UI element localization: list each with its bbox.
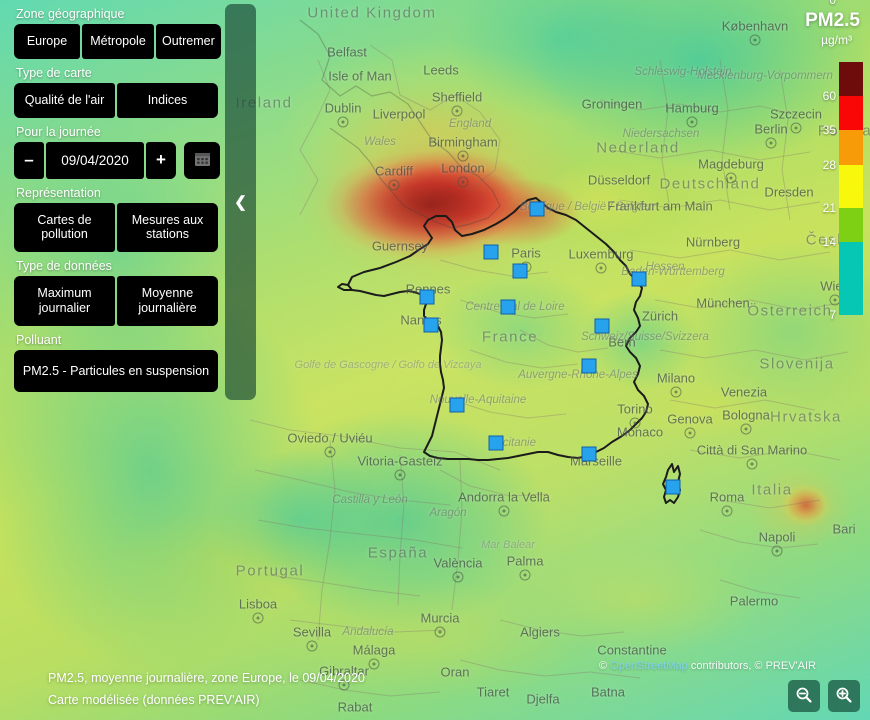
legend-tick-35: 35 <box>822 123 836 137</box>
station-marker[interactable] <box>449 397 465 413</box>
legend-tick-0: 0 <box>829 0 836 7</box>
zone-button-europe[interactable]: Europe <box>14 24 80 59</box>
station-marker[interactable] <box>423 317 439 333</box>
attribution-copyright: © <box>598 660 611 672</box>
data-type-button-row: Maximum journalier Moyenne journalière <box>14 276 218 326</box>
attribution-rest: contributors, © PREV'AIR <box>687 660 816 672</box>
zoom-out-button[interactable] <box>788 680 820 712</box>
representation-label: Représentation <box>16 185 101 200</box>
zoom-in-icon <box>835 686 853 707</box>
legend-band-0 <box>839 62 863 96</box>
legend-tick-21: 21 <box>822 201 836 215</box>
map-type-button-qualite-air[interactable]: Qualité de l'air <box>14 82 115 118</box>
panel-collapse-handle[interactable]: ❮ <box>225 4 256 400</box>
legend-tick-28: 28 <box>822 158 836 172</box>
legend-tick-7: 7 <box>829 308 836 322</box>
representation-button-cartes-pollution[interactable]: Cartes de pollution <box>14 202 115 252</box>
station-marker[interactable] <box>665 479 681 495</box>
calendar-button[interactable] <box>184 141 220 179</box>
zone-button-outremer[interactable]: Outremer <box>156 24 221 59</box>
legend-band-1 <box>839 96 863 130</box>
chevron-left-icon: ❮ <box>234 193 247 211</box>
station-marker[interactable] <box>581 358 597 374</box>
station-marker[interactable] <box>488 435 504 451</box>
data-type-button-maximum-journalier[interactable]: Maximum journalier <box>14 276 115 326</box>
legend-unit: µg/m³ <box>821 33 852 47</box>
station-marker[interactable] <box>594 318 610 334</box>
control-group-data-type: Type de données Maximum journalier Moyen… <box>14 256 232 326</box>
map-type-label: Type de carte <box>16 65 92 80</box>
air-quality-map-app: Ireland Nederland Deutschland France España P… <box>0 0 870 720</box>
data-type-label: Type de données <box>16 259 112 273</box>
zone-button-row: Europe Métropole Outremer <box>14 24 221 59</box>
control-group-map-type: Type de carte Qualité de l'air Indices <box>14 63 232 118</box>
zone-button-metropole[interactable]: Métropole <box>82 24 154 59</box>
data-type-button-moyenne-journaliere[interactable]: Moyenne journalière <box>117 276 218 326</box>
uk-coast <box>299 19 501 229</box>
map-type-button-indices[interactable]: Indices <box>117 82 218 118</box>
control-group-pollutant: Polluant PM2.5 - Particules en suspensio… <box>14 330 232 392</box>
station-marker[interactable] <box>483 244 499 260</box>
station-marker[interactable] <box>581 446 597 462</box>
date-increment-button[interactable]: + <box>146 141 176 179</box>
map-attribution: © OpenStreetMap contributors, © PREV'AIR <box>599 660 816 672</box>
legend-tick-14: 14 <box>822 235 836 249</box>
station-marker[interactable] <box>529 201 545 217</box>
status-text: PM2.5, moyenne journalière, zone Europe,… <box>48 668 365 712</box>
legend-band-4 <box>839 208 863 242</box>
status-line-1: PM2.5, moyenne journalière, zone Europe,… <box>48 671 365 686</box>
pollutant-select[interactable]: PM2.5 - Particules en suspension <box>14 349 218 392</box>
zoom-out-icon <box>795 686 813 707</box>
zone-label: Zone géographique <box>16 7 125 21</box>
control-group-representation: Représentation Cartes de pollution Mesur… <box>14 183 232 252</box>
station-marker[interactable] <box>500 299 516 315</box>
control-group-day: Pour la journée – 09/04/2020 + <box>14 122 232 179</box>
date-decrement-button[interactable]: – <box>14 141 44 179</box>
map-type-button-row: Qualité de l'air Indices <box>14 82 218 118</box>
status-line-2: Carte modélisée (données PREV'AIR) <box>48 693 260 708</box>
legend-band-2 <box>839 130 863 165</box>
control-group-zone: Zone géographique Europe Métropole Outre… <box>14 4 232 59</box>
representation-button-row: Cartes de pollution Mesures aux stations <box>14 202 218 252</box>
pollutant-label: Polluant <box>16 332 62 347</box>
legend-tick-60: 60 <box>822 89 836 103</box>
region-boundaries <box>249 44 849 697</box>
france-border <box>337 197 681 504</box>
control-panel: Zone géographique Europe Métropole Outre… <box>0 0 232 396</box>
date-stepper: – 09/04/2020 + <box>14 141 232 179</box>
date-stepper-group: – 09/04/2020 + <box>14 141 176 179</box>
legend-color-bar <box>839 62 863 315</box>
calendar-icon <box>194 150 211 170</box>
legend-band-5 <box>839 242 863 315</box>
station-marker[interactable] <box>631 271 647 287</box>
representation-button-mesures-stations[interactable]: Mesures aux stations <box>117 202 218 252</box>
day-label: Pour la journée <box>16 124 101 139</box>
station-marker[interactable] <box>419 289 435 305</box>
legend-band-3 <box>839 165 863 208</box>
zoom-in-button[interactable] <box>828 680 860 712</box>
openstreetmap-link[interactable]: OpenStreetMap <box>610 660 688 672</box>
legend-title: PM2.5 <box>805 10 860 31</box>
zoom-controls <box>788 680 860 712</box>
date-value[interactable]: 09/04/2020 <box>46 141 144 179</box>
station-marker[interactable] <box>512 263 528 279</box>
